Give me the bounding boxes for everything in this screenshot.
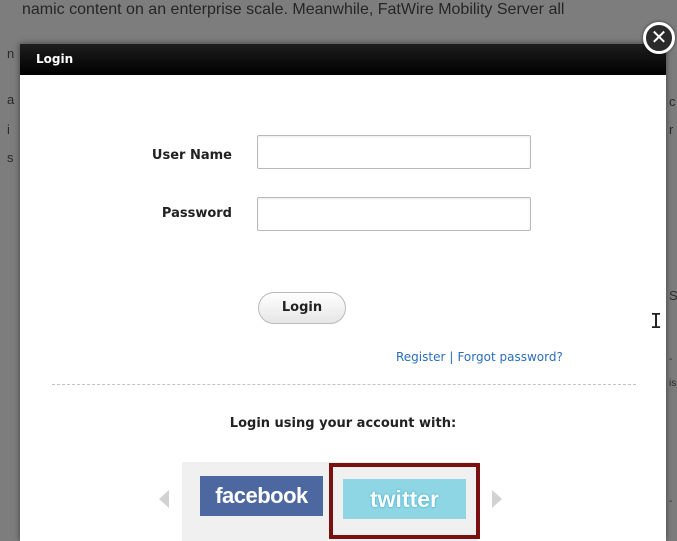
dashed-divider <box>52 384 636 385</box>
password-input[interactable] <box>257 197 531 231</box>
arrow-right-icon[interactable] <box>492 490 502 508</box>
background-fragment: - <box>669 496 673 507</box>
forgot-password-link[interactable]: Forgot password? <box>457 350 562 364</box>
background-fragment: s <box>7 150 14 165</box>
background-text-line: namic content on an enterprise scale. Me… <box>22 1 565 18</box>
text-cursor-icon: I <box>650 309 663 333</box>
background-fragment: c <box>669 94 676 109</box>
close-icon[interactable]: ✕ <box>643 22 675 54</box>
account-links: Register | Forgot password? <box>396 350 563 364</box>
background-fragment: r <box>669 122 674 137</box>
background-fragment: Sc <box>669 288 677 303</box>
twitter-selection-highlight: twitter <box>329 463 480 539</box>
facebook-login-button[interactable]: facebook <box>200 476 323 516</box>
arrow-left-icon[interactable] <box>159 490 169 508</box>
background-fragment: a <box>7 92 15 107</box>
twitter-login-button[interactable]: twitter <box>343 479 466 519</box>
background-fragment: is <box>669 378 677 389</box>
login-button[interactable]: Login <box>258 292 346 324</box>
password-label: Password <box>161 206 232 221</box>
username-input[interactable] <box>257 135 531 169</box>
dialog-title: Login <box>20 44 666 75</box>
background-fragment: i <box>7 122 10 137</box>
background-fragment: - <box>669 354 673 365</box>
username-label: User Name <box>151 148 232 163</box>
login-dialog: Login User Name Password Login Register |… <box>20 44 666 541</box>
background-fragment: n <box>7 46 15 61</box>
social-login-title: Login using your account with: <box>229 416 457 431</box>
register-link[interactable]: Register <box>396 350 445 364</box>
link-separator: | <box>449 350 454 364</box>
